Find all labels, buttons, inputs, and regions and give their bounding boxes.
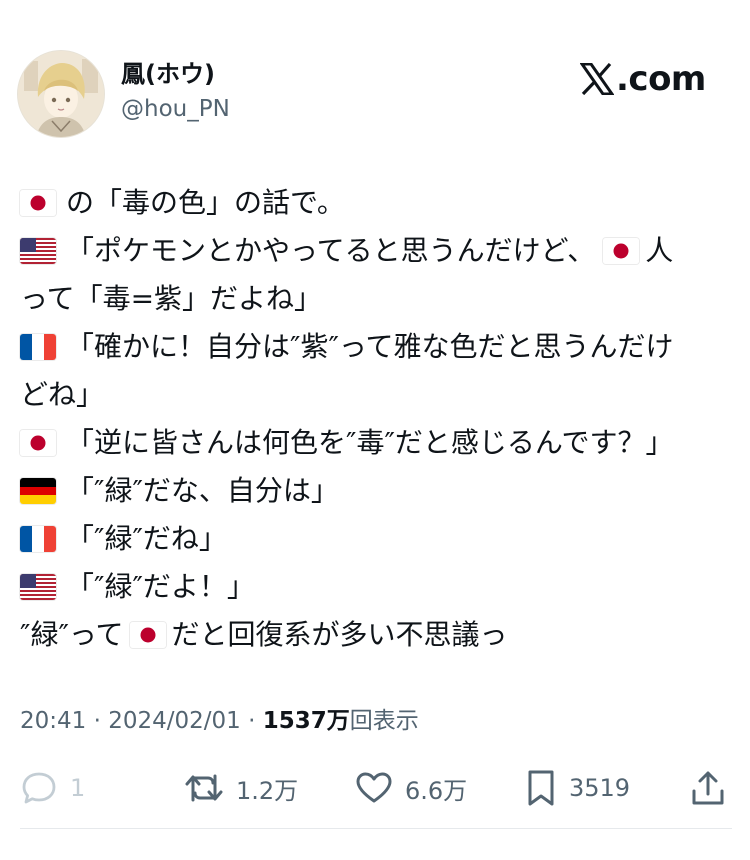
share-button[interactable] (690, 768, 726, 808)
tweet-line: って「毒=紫」だよね」 (20, 282, 323, 315)
like-button[interactable]: 6.6万 (355, 768, 467, 808)
tweet-line: ″緑″って だと回復系が多い不思議っ (20, 618, 508, 651)
flag-japan-icon (603, 238, 640, 264)
x-logo-icon (580, 63, 614, 95)
repost-button[interactable]: 1.2万 (184, 768, 298, 808)
reply-button[interactable]: 1 (20, 768, 85, 808)
divider (20, 828, 732, 829)
share-icon (692, 771, 724, 805)
separator-dot: · (240, 708, 263, 734)
reply-icon (22, 772, 56, 804)
action-bar: 1 1.2万 6.6万 3519 (0, 760, 750, 820)
bookmark-icon (528, 770, 554, 806)
repost-icon (185, 774, 223, 802)
display-name[interactable]: 鳳(ホウ) (121, 58, 215, 90)
flag-usa-icon (20, 574, 56, 600)
bookmark-button[interactable]: 3519 (525, 768, 630, 808)
tweet-line: 「″緑″だね」 (20, 516, 732, 562)
flag-france-icon (20, 334, 56, 360)
tweet-line: 「″緑″だよ！」 (20, 564, 732, 610)
tweet-line: 「″緑″だな、自分は」 (20, 468, 732, 514)
tweet-time[interactable]: 20:41 (20, 708, 86, 734)
flag-germany-icon (20, 478, 56, 504)
user-handle[interactable]: @hou_PN (121, 94, 230, 124)
flag-japan-icon (20, 430, 56, 456)
view-label: 回表示 (349, 708, 419, 734)
reply-count: 1 (70, 774, 86, 802)
flag-japan-icon (20, 190, 56, 216)
x-com-logo: .com (580, 58, 706, 100)
repost-count: 1.2万 (236, 776, 299, 805)
view-count: 1537万 (262, 708, 350, 734)
separator-dot: · (86, 708, 109, 734)
flag-france-icon (20, 526, 56, 552)
tweet-line: どね」 (20, 378, 105, 411)
tweet-header: 鳳(ホウ) @hou_PN .com (0, 0, 750, 150)
avatar[interactable] (17, 50, 105, 138)
tweet-line: 「確かに！自分は″紫″って雅な色だと思うんだけ (20, 324, 732, 370)
like-count: 6.6万 (405, 776, 468, 805)
tweet-line: 「逆に皆さんは何色を″毒″だと感じるんです？」 (20, 420, 732, 466)
tweet-line: の「毒の色」の話で。 (20, 180, 732, 226)
heart-icon (356, 772, 392, 803)
tweet-meta: 20:41 · 2024/02/01 · 1537万回表示 (20, 704, 419, 738)
tweet-date[interactable]: 2024/02/01 (108, 708, 241, 734)
flag-usa-icon (20, 238, 56, 264)
tweet-line: 「ポケモンとかやってると思うんだけど、人 (20, 228, 732, 274)
bookmark-count: 3519 (569, 774, 631, 802)
logo-domain-text: .com (616, 59, 706, 99)
flag-japan-icon (129, 622, 166, 648)
